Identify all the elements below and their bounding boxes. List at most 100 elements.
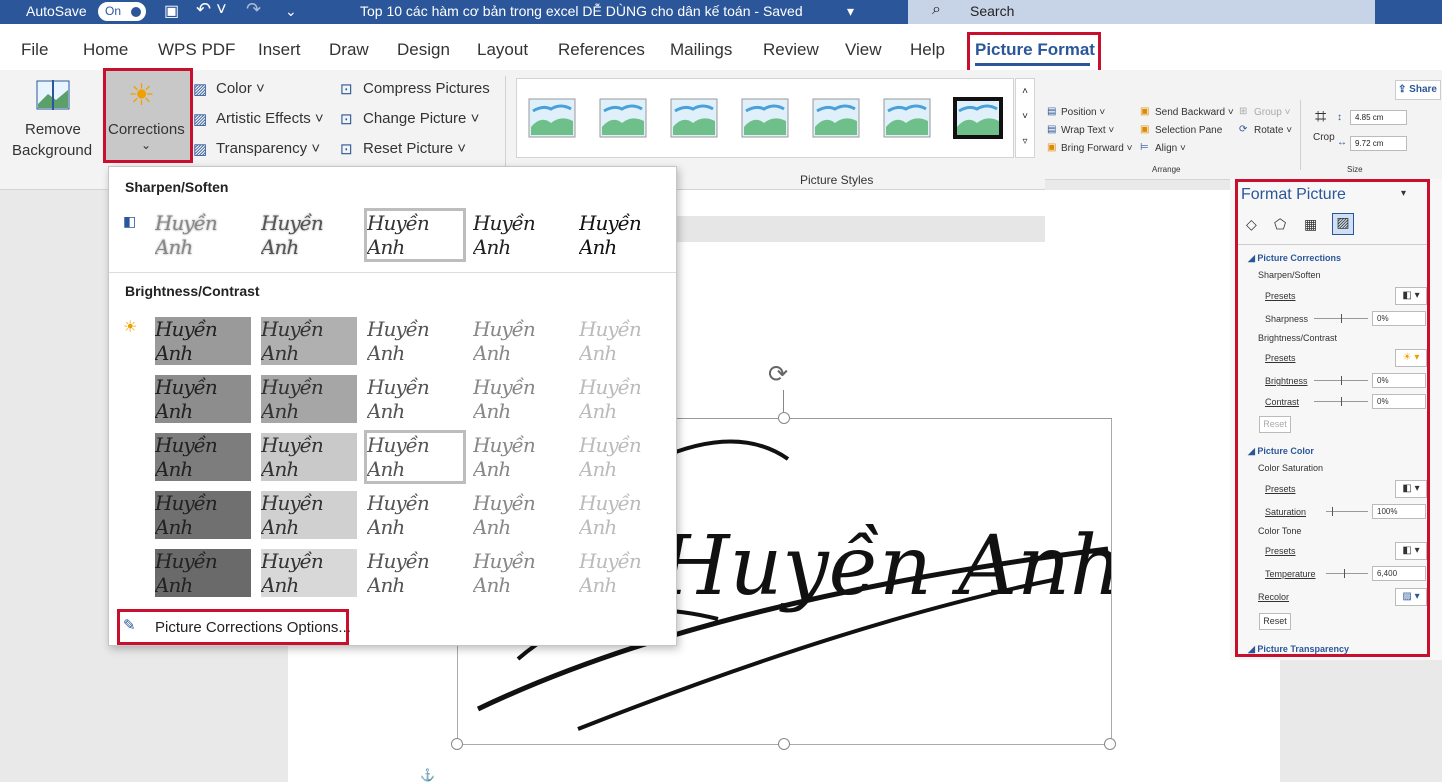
brightness-preset-thumb[interactable]: Huyền Anh — [155, 549, 251, 597]
sharpen-preset-thumb[interactable]: Huyền Anh — [364, 208, 466, 262]
brightness-preset-thumb[interactable]: Huyền Anh — [261, 549, 357, 597]
position-button[interactable]: Position ˅ — [1061, 107, 1105, 118]
brightness-preset-thumb[interactable]: Huyền Anh — [367, 375, 463, 423]
selection-pane-button[interactable]: Selection Pane — [1155, 125, 1222, 136]
change-picture-button[interactable]: Change Picture ˅ — [363, 110, 479, 127]
remove-background-label-2[interactable]: Background — [12, 142, 92, 159]
color-reset-button[interactable]: Reset — [1259, 613, 1291, 630]
brightness-input[interactable]: 0% — [1372, 373, 1426, 388]
search-box[interactable]: ⌕ Search — [908, 0, 1375, 24]
brightness-preset-thumb[interactable]: Huyền Anh — [364, 430, 466, 484]
group-button[interactable]: Group ˅ — [1254, 107, 1290, 118]
sharpness-slider-thumb[interactable] — [1341, 314, 1342, 323]
fill-line-icon[interactable]: ◇ — [1246, 216, 1257, 233]
sharpen-preset-thumb[interactable]: Huyền Anh — [473, 211, 569, 259]
picture-style-thumb[interactable] — [527, 97, 577, 139]
brightness-preset-thumb[interactable]: Huyền Anh — [261, 491, 357, 539]
crop-button[interactable]: Crop — [1313, 132, 1335, 143]
brightness-slider-thumb[interactable] — [1341, 376, 1342, 385]
save-icon[interactable]: ▣ — [164, 1, 179, 21]
contrast-input[interactable]: 0% — [1372, 394, 1426, 409]
brightness-presets-button[interactable]: ☀ ▾ — [1395, 349, 1427, 367]
transparency-section-header[interactable]: ◢ Picture Transparency — [1248, 644, 1349, 655]
tab-view[interactable]: View — [845, 40, 882, 60]
tab-mailings[interactable]: Mailings — [670, 40, 732, 60]
height-input[interactable]: 4.85 cm — [1350, 110, 1407, 125]
send-backward-button[interactable]: Send Backward ˅ — [1155, 107, 1234, 118]
align-button[interactable]: Align ˅ — [1155, 143, 1186, 154]
wrap-text-button[interactable]: Wrap Text ˅ — [1061, 125, 1114, 136]
recolor-button[interactable]: ▨ ▾ — [1395, 588, 1427, 606]
brightness-preset-thumb[interactable]: Huyền Anh — [261, 375, 357, 423]
brightness-preset-thumb[interactable]: Huyền Anh — [579, 375, 675, 423]
saturation-presets-button[interactable]: ◧ ▾ — [1395, 480, 1427, 498]
rotate-handle-icon[interactable]: ⟳ — [768, 360, 788, 389]
picture-style-thumb[interactable] — [882, 97, 932, 139]
brightness-preset-thumb[interactable]: Huyền Anh — [473, 317, 569, 365]
brightness-preset-thumb[interactable]: Huyền Anh — [155, 375, 251, 423]
brightness-preset-thumb[interactable]: Huyền Anh — [579, 433, 675, 481]
temperature-slider[interactable] — [1326, 573, 1368, 574]
tab-wps-pdf[interactable]: WPS PDF — [158, 40, 235, 60]
sharpen-presets-button[interactable]: ◧ ▾ — [1395, 287, 1427, 305]
tab-references[interactable]: References — [558, 40, 645, 60]
effects-icon[interactable]: ⬠ — [1274, 216, 1286, 233]
sharpen-preset-thumb[interactable]: Huyền Anh — [155, 211, 251, 259]
sharpen-preset-thumb[interactable]: Huyền Anh — [261, 211, 357, 259]
document-title[interactable]: Top 10 các hàm cơ bản trong excel DỄ DÙN… — [360, 3, 803, 19]
brightness-preset-thumb[interactable]: Huyền Anh — [473, 433, 569, 481]
compress-pictures-button[interactable]: Compress Pictures — [363, 80, 490, 97]
sharpness-input[interactable]: 0% — [1372, 311, 1426, 326]
brightness-preset-thumb[interactable]: Huyền Anh — [473, 375, 569, 423]
redo-icon[interactable]: ↷ — [246, 0, 261, 20]
brightness-preset-thumb[interactable]: Huyền Anh — [367, 549, 463, 597]
picture-style-thumb[interactable] — [953, 97, 1003, 139]
tab-help[interactable]: Help — [910, 40, 945, 60]
chevron-down-icon[interactable]: ▾ — [847, 3, 854, 20]
remove-background-label-1[interactable]: Remove — [25, 121, 81, 138]
tab-design[interactable]: Design — [397, 40, 450, 60]
resize-handle-bottom-left[interactable] — [451, 738, 463, 750]
color-button[interactable]: Color ˅ — [216, 80, 265, 97]
reset-picture-button[interactable]: Reset Picture ˅ — [363, 140, 466, 157]
brightness-preset-thumb[interactable]: Huyền Anh — [579, 317, 675, 365]
saturation-slider-thumb[interactable] — [1332, 507, 1333, 516]
picture-corrections-options-link[interactable]: Picture Corrections Options... — [155, 619, 351, 636]
picture-icon[interactable]: ▨ — [1332, 213, 1354, 235]
temperature-input[interactable]: 6,400 — [1372, 566, 1426, 581]
corrections-section-header[interactable]: ◢ Picture Corrections — [1248, 253, 1341, 264]
brightness-preset-thumb[interactable]: Huyền Anh — [367, 491, 463, 539]
picture-style-thumb[interactable] — [669, 97, 719, 139]
sharpen-preset-thumb[interactable]: Huyền Anh — [579, 211, 675, 259]
resize-handle-top[interactable] — [778, 412, 790, 424]
tab-layout[interactable]: Layout — [477, 40, 528, 60]
picture-style-thumb[interactable] — [811, 97, 861, 139]
brightness-preset-thumb[interactable]: Huyền Anh — [155, 433, 251, 481]
corrections-reset-button[interactable]: Reset — [1259, 416, 1291, 433]
brightness-preset-thumb[interactable]: Huyền Anh — [261, 317, 357, 365]
contrast-slider-thumb[interactable] — [1341, 397, 1342, 406]
rotate-button[interactable]: Rotate ˅ — [1254, 125, 1292, 136]
temperature-slider-thumb[interactable] — [1344, 569, 1345, 578]
customize-qat-icon[interactable]: ⌄ — [285, 3, 297, 20]
tab-review[interactable]: Review — [763, 40, 819, 60]
tab-home[interactable]: Home — [83, 40, 128, 60]
gallery-scroll[interactable]: ˄ ˅ ▿ — [1015, 78, 1035, 158]
picture-style-thumb[interactable] — [740, 97, 790, 139]
tab-file[interactable]: File — [21, 40, 48, 60]
brightness-preset-thumb[interactable]: Huyền Anh — [579, 549, 675, 597]
brightness-preset-thumb[interactable]: Huyền Anh — [261, 433, 357, 481]
bring-forward-button[interactable]: Bring Forward ˅ — [1061, 143, 1132, 154]
tab-draw[interactable]: Draw — [329, 40, 369, 60]
artistic-effects-button[interactable]: Artistic Effects ˅ — [216, 110, 324, 127]
resize-handle-bottom[interactable] — [778, 738, 790, 750]
brightness-preset-thumb[interactable]: Huyền Anh — [579, 491, 675, 539]
color-section-header[interactable]: ◢ Picture Color — [1248, 446, 1314, 457]
saturation-input[interactable]: 100% — [1372, 504, 1426, 519]
layout-properties-icon[interactable]: ▦ — [1304, 216, 1317, 233]
tone-presets-button[interactable]: ◧ ▾ — [1395, 542, 1427, 560]
tab-insert[interactable]: Insert — [258, 40, 301, 60]
brightness-preset-thumb[interactable]: Huyền Anh — [367, 317, 463, 365]
brightness-preset-thumb[interactable]: Huyền Anh — [473, 549, 569, 597]
pane-options-icon[interactable]: ▾ — [1401, 188, 1406, 199]
